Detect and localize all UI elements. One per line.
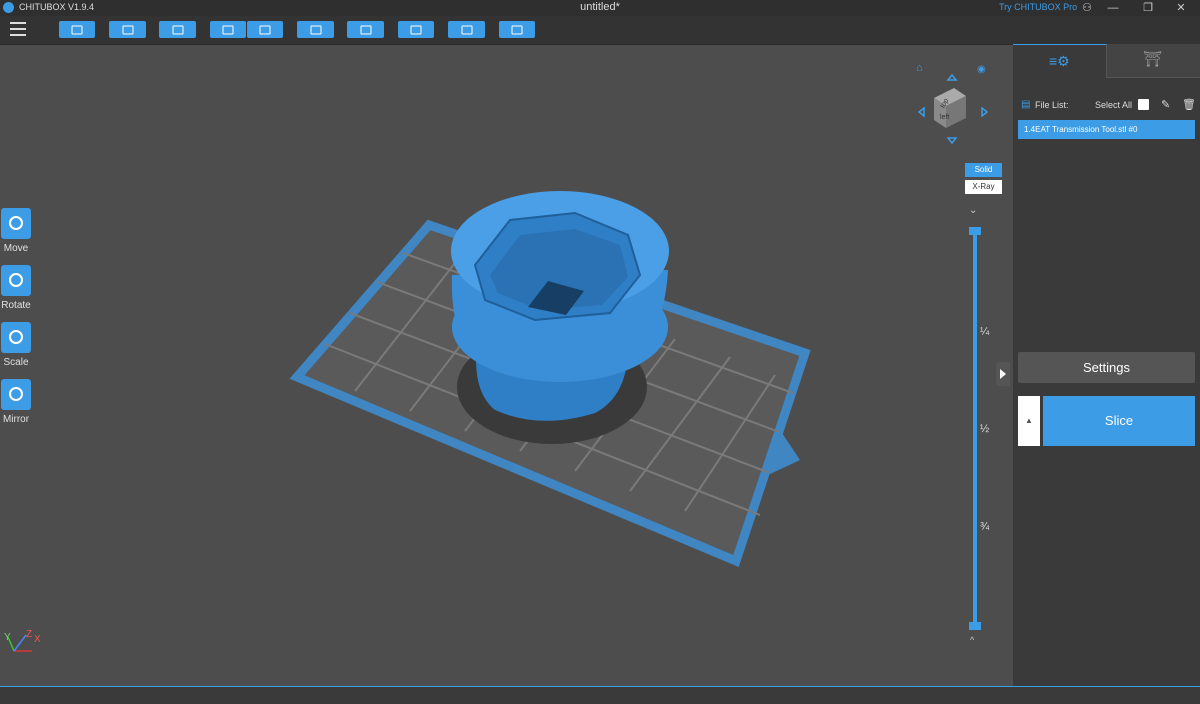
- arrange-icon[interactable]: [347, 21, 384, 38]
- supports-icon: ⛩: [1143, 51, 1163, 68]
- axis-y-label: Y: [4, 632, 11, 643]
- layer-slider-track[interactable]: [973, 231, 977, 626]
- tab-supports[interactable]: ⛩: [1107, 44, 1200, 78]
- undo-icon[interactable]: [210, 21, 246, 38]
- layer-slider-top-handle[interactable]: [969, 227, 981, 235]
- rotate-label: Rotate: [1, 300, 31, 311]
- eye-icon[interactable]: ◉: [977, 64, 986, 75]
- file-list-label: File List:: [1035, 100, 1069, 110]
- import-icon[interactable]: [159, 21, 196, 38]
- tab-settings[interactable]: ≡⚙: [1013, 44, 1107, 78]
- scale-icon[interactable]: [1, 322, 31, 353]
- mirror-icon[interactable]: [1, 379, 31, 410]
- lock-icon[interactable]: [499, 21, 535, 38]
- slice-button[interactable]: Slice: [1043, 396, 1195, 446]
- layer-slider-bottom-handle[interactable]: [969, 622, 981, 630]
- file-icon: ▤: [1021, 99, 1031, 110]
- slider-mark-quarter: ¼: [980, 326, 990, 338]
- settings-button[interactable]: Settings: [1018, 352, 1195, 383]
- mirror-label: Mirror: [2, 414, 30, 425]
- slider-mark-half: ½: [980, 423, 990, 435]
- save-icon[interactable]: [109, 21, 146, 38]
- open-file-icon[interactable]: [59, 21, 95, 38]
- close-icon[interactable]: ✕: [1166, 0, 1196, 16]
- xray-view-button[interactable]: X-Ray: [965, 180, 1002, 194]
- file-list-item[interactable]: 1.4EAT Transmission Tool.stl #0: [1018, 120, 1195, 139]
- edit-icon[interactable]: ✎: [1161, 98, 1170, 111]
- home-icon[interactable]: ⌂: [916, 62, 923, 74]
- 3d-viewport[interactable]: Y Z X Move Rotate Scale Mirror: [0, 45, 1013, 686]
- menu-icon[interactable]: [10, 22, 26, 36]
- scale-label: Scale: [3, 357, 29, 368]
- try-pro-link[interactable]: Try CHITUBOX Pro: [999, 2, 1077, 12]
- panel-toggle-icon[interactable]: [996, 362, 1010, 386]
- restore-icon[interactable]: ❐: [1133, 0, 1163, 16]
- trash-icon[interactable]: 🗑: [1182, 98, 1196, 111]
- axis-z-label: Z: [26, 629, 33, 640]
- title-bar: CHITUBOX V1.9.4 untitled* Try CHITUBOX P…: [0, 0, 1200, 16]
- select-all-label: Select All: [1095, 100, 1133, 110]
- select-all-checkbox[interactable]: [1138, 99, 1149, 110]
- center-icon[interactable]: [448, 21, 485, 38]
- cube-left-label: left: [940, 114, 950, 121]
- move-label: Move: [3, 243, 29, 254]
- move-icon[interactable]: [1, 208, 31, 239]
- copy-icon[interactable]: [297, 21, 334, 38]
- toolbar: [0, 16, 1200, 45]
- slice-options-icon[interactable]: ▲: [1018, 396, 1040, 446]
- slider-mark-three-quarter: ¾: [980, 521, 990, 533]
- settings-gear-icon: ≡⚙: [1049, 53, 1070, 69]
- solid-view-button[interactable]: Solid: [965, 163, 1002, 177]
- status-bar: [0, 686, 1200, 704]
- redo-icon[interactable]: [247, 21, 283, 38]
- chevron-down-icon[interactable]: ⌄: [969, 205, 977, 216]
- rotate-icon[interactable]: [1, 265, 31, 296]
- minimize-icon[interactable]: —: [1098, 0, 1128, 16]
- hollow-icon[interactable]: [398, 21, 434, 38]
- chevron-up-icon[interactable]: ^: [970, 635, 974, 645]
- axis-x-label: X: [34, 634, 41, 645]
